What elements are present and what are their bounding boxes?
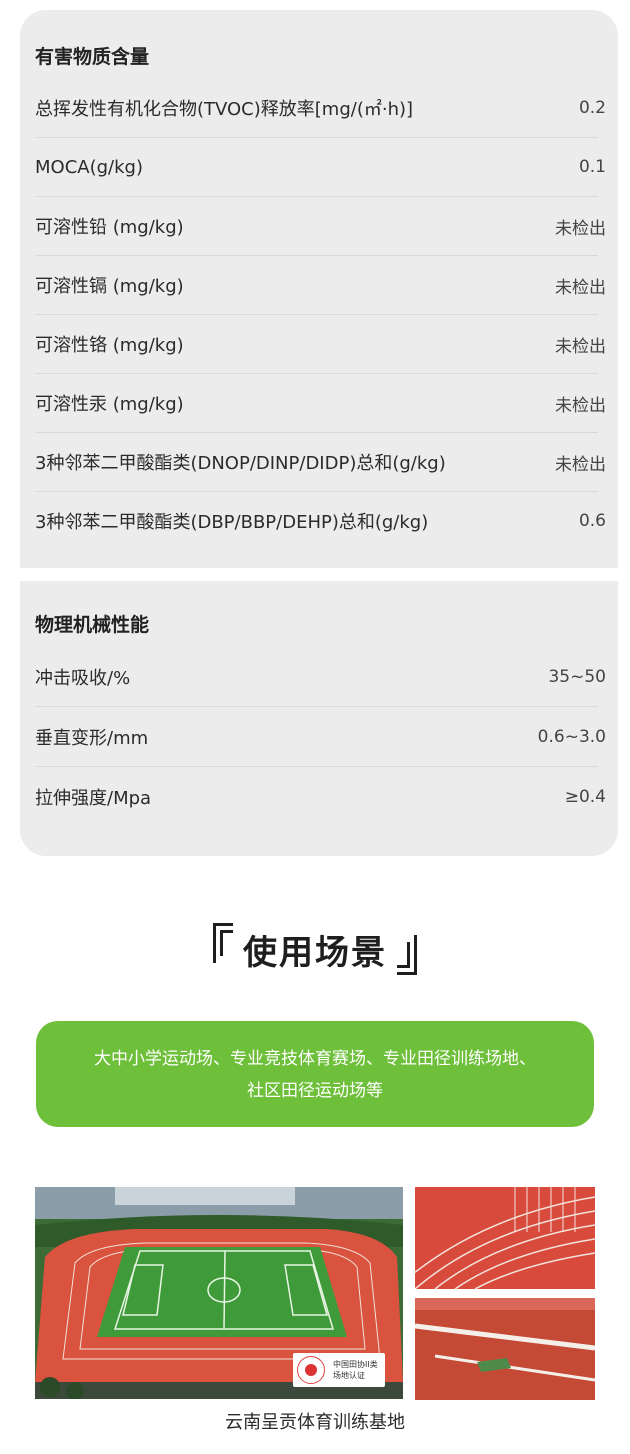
table-row: MOCA(g/kg) 0.1 [35, 138, 606, 197]
row-label: 总挥发性有机化合物(TVOC)释放率[mg/(㎡·h)] [35, 99, 414, 120]
table-row: 3种邻苯二甲酸酯类(DBP/BBP/DEHP)总和(g/kg) 0.6 [35, 492, 606, 550]
usage-title-text: 使用场景 [243, 932, 387, 973]
table-row: 垂直变形/mm 0.6~3.0 [35, 707, 606, 767]
table-row: 可溶性铬 (mg/kg) 未检出 [35, 315, 606, 374]
physical-properties-card: 物理机械性能 冲击吸收/% 35~50 垂直变形/mm 0.6~3.0 拉伸强度/M… [20, 581, 618, 856]
track-surface-illustration [415, 1298, 595, 1400]
row-value: 未检出 [555, 395, 606, 416]
usage-line-2: 社区田径运动场等 [247, 1081, 383, 1101]
row-label: MOCA(g/kg) [35, 156, 143, 178]
row-label: 3种邻苯二甲酸酯类(DBP/BBP/DEHP)总和(g/kg) [35, 512, 429, 533]
photo-caption: 云南呈贡体育训练基地 [225, 1412, 405, 1433]
seal-icon [297, 1356, 325, 1384]
open-bracket-icon [209, 923, 235, 975]
table-row: 3种邻苯二甲酸酯类(DNOP/DINP/DIDP)总和(g/kg) 未检出 [35, 433, 606, 492]
track-lanes-photo [415, 1187, 595, 1289]
track-surface-closeup-photo [415, 1298, 595, 1400]
table-row: 可溶性镉 (mg/kg) 未检出 [35, 256, 606, 315]
row-value: 未检出 [555, 336, 606, 357]
row-label: 拉伸强度/Mpa [35, 787, 152, 809]
table-row: 可溶性汞 (mg/kg) 未检出 [35, 374, 606, 433]
row-value: 0.6~3.0 [537, 726, 606, 747]
usage-section-title: 使用场景 [0, 923, 630, 975]
physical-properties-table: 冲击吸收/% 35~50 垂直变形/mm 0.6~3.0 拉伸强度/Mpa ≥0.4 [35, 647, 606, 826]
table-row: 总挥发性有机化合物(TVOC)释放率[mg/(㎡·h)] 0.2 [35, 79, 606, 138]
row-label: 可溶性铬 (mg/kg) [35, 335, 184, 356]
badge-line-1: 中国田协II类 [333, 1360, 378, 1369]
row-value: 未检出 [555, 218, 606, 239]
row-label: 垂直变形/mm [35, 727, 149, 749]
certification-badge: 中国田协II类 场地认证 [293, 1353, 385, 1387]
row-value: 0.6 [578, 511, 606, 531]
row-label: 可溶性镉 (mg/kg) [35, 276, 184, 297]
usage-line-1: 大中小学运动场、专业竞技体育赛场、专业田径训练场地、 [94, 1049, 536, 1069]
row-label: 冲击吸收/% [35, 667, 131, 689]
usage-description-box: 大中小学运动场、专业竞技体育赛场、专业田径训练场地、 社区田径运动场等 [36, 1021, 594, 1127]
harmful-substances-table: 总挥发性有机化合物(TVOC)释放率[mg/(㎡·h)] 0.2 MOCA(g/k… [35, 79, 606, 550]
physical-properties-title: 物理机械性能 [35, 614, 150, 636]
harmful-substances-card: 有害物质含量 总挥发性有机化合物(TVOC)释放率[mg/(㎡·h)] 0.2 M… [20, 10, 618, 568]
harmful-substances-title: 有害物质含量 [35, 46, 150, 68]
row-value: 0.2 [578, 98, 606, 118]
row-value: 未检出 [555, 277, 606, 298]
row-value: ≥0.4 [564, 786, 606, 807]
row-label: 可溶性汞 (mg/kg) [35, 394, 184, 415]
close-bracket-icon [395, 923, 421, 975]
row-label: 3种邻苯二甲酸酯类(DNOP/DINP/DIDP)总和(g/kg) [35, 453, 446, 474]
stadium-aerial-photo: 中国田协II类 场地认证 [35, 1187, 403, 1399]
row-value: 未检出 [555, 454, 606, 475]
table-row: 冲击吸收/% 35~50 [35, 647, 606, 707]
badge-line-2: 场地认证 [333, 1371, 365, 1380]
row-value: 35~50 [548, 666, 606, 687]
row-value: 0.1 [578, 157, 606, 177]
track-lanes-illustration [415, 1187, 595, 1289]
table-row: 拉伸强度/Mpa ≥0.4 [35, 767, 606, 826]
table-row: 可溶性铅 (mg/kg) 未检出 [35, 197, 606, 256]
row-label: 可溶性铅 (mg/kg) [35, 217, 184, 238]
